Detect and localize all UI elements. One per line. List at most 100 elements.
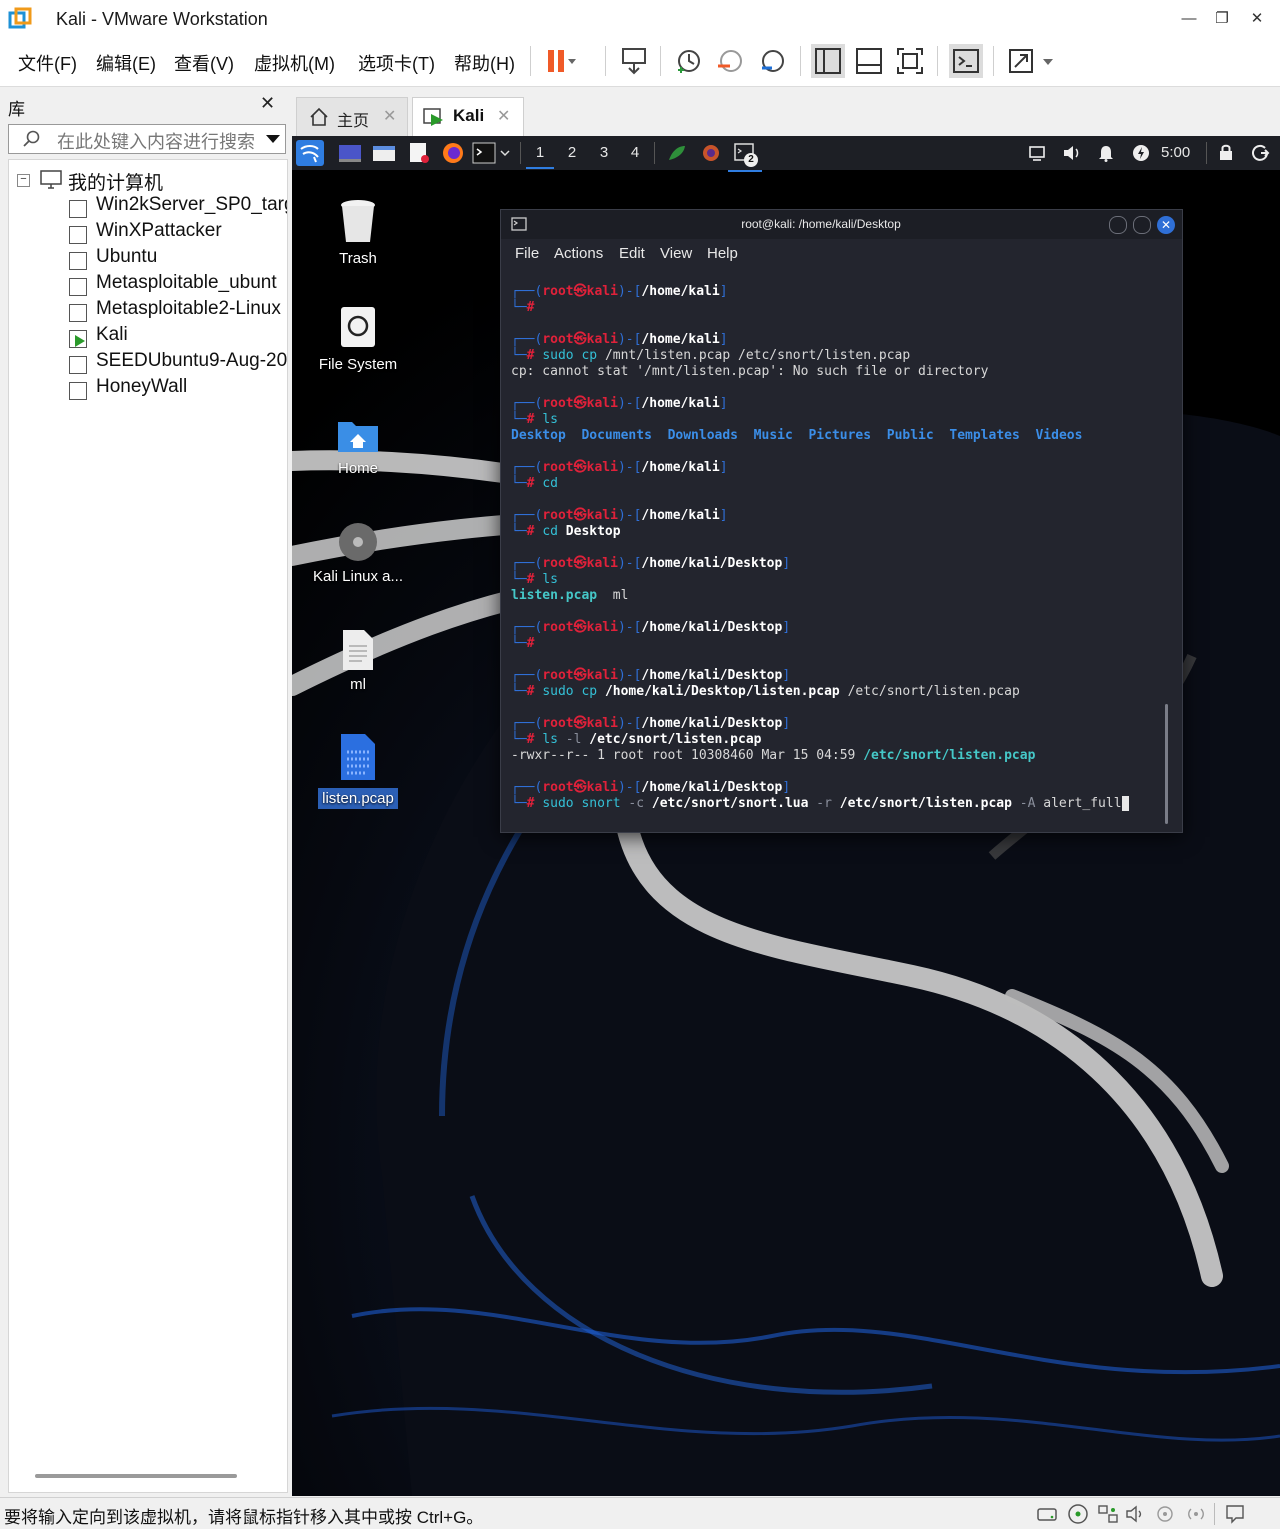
volume-icon[interactable] — [1062, 144, 1082, 162]
menu-view[interactable]: 查看(V) — [174, 50, 234, 76]
terminal-scrollbar[interactable] — [1165, 704, 1168, 824]
file-manager-icon[interactable] — [372, 143, 396, 163]
tree-item-metasploitable-ubuntu[interactable]: Metasploitable_ubunt — [96, 272, 277, 294]
desktop-icon-file-system[interactable]: File System — [308, 304, 408, 373]
desktop-icon-listen-pcap[interactable]: listen.pcap — [308, 732, 408, 809]
terminal-launcher-icon[interactable] — [472, 142, 510, 164]
workspace-3[interactable]: 3 — [590, 144, 618, 161]
directory-entry: Downloads — [667, 428, 739, 443]
desktop-icon-home[interactable]: Home — [308, 416, 408, 477]
menu-tabs[interactable]: 选项卡(T) — [358, 50, 435, 76]
library-close-button[interactable]: ✕ — [260, 93, 275, 114]
tree-item-ubuntu[interactable]: Ubuntu — [96, 246, 157, 268]
pause-icon[interactable] — [542, 44, 576, 78]
menu-edit[interactable]: 编辑(E) — [96, 50, 156, 76]
display-icon[interactable] — [1028, 144, 1046, 162]
prompt-directory: /home/kali — [641, 332, 720, 347]
send-ctrl-alt-del-icon[interactable] — [617, 44, 651, 78]
revert-snapshot-icon[interactable] — [714, 44, 748, 78]
kali-top-panel: 1 2 3 4 2 5:00 — [292, 136, 1280, 172]
library-search-input[interactable]: 在此处键入内容进行搜索 — [8, 124, 286, 154]
text-editor-icon[interactable] — [407, 142, 431, 164]
lock-icon[interactable] — [1218, 143, 1234, 161]
console-view-icon[interactable] — [949, 44, 983, 78]
terminal-menu-actions[interactable]: Actions — [554, 245, 603, 262]
tree-item-metasploitable2-linux[interactable]: Metasploitable2-Linux — [96, 298, 281, 320]
terminal-window-button[interactable]: 2 — [728, 140, 762, 172]
tree-item-seedubuntu[interactable]: SEEDUbuntu9-Aug-20 — [96, 350, 287, 372]
tree-item-win2kserver[interactable]: Win2kServer_SP0_targ — [96, 194, 287, 216]
desktop-icon-kali-linux[interactable]: Kali Linux a... — [308, 520, 408, 585]
vm-icon — [69, 356, 87, 374]
tree-item-honeywall[interactable]: HoneyWall — [96, 376, 187, 398]
message-log-icon[interactable] — [1224, 1503, 1246, 1525]
usb-device-icon[interactable] — [1155, 1504, 1175, 1524]
maximize-button[interactable]: ❐ — [1208, 6, 1236, 32]
minimize-button[interactable]: — — [1175, 6, 1203, 32]
terminal-window[interactable]: root@kali: /home/kali/Desktop ✕ File Act… — [500, 209, 1183, 833]
panel-clock[interactable]: 5:00 — [1161, 144, 1190, 161]
menu-file[interactable]: 文件(F) — [18, 50, 77, 76]
stretch-view-icon[interactable] — [1005, 44, 1059, 78]
maximize-button[interactable] — [1133, 216, 1151, 234]
terminal-menu-view[interactable]: View — [660, 245, 692, 262]
command-word: cd — [542, 524, 558, 539]
desktop-icon-trash[interactable]: Trash — [308, 198, 408, 267]
tab-close-icon[interactable]: ✕ — [497, 106, 510, 126]
snapshot-icon[interactable] — [672, 44, 706, 78]
firefox-icon[interactable] — [441, 141, 465, 165]
network-adapter-icon[interactable] — [1097, 1504, 1119, 1524]
workspace-2[interactable]: 2 — [558, 144, 586, 161]
computer-icon — [40, 170, 62, 189]
desktop-icon-label: Kali Linux a... — [312, 568, 404, 585]
cd-dvd-icon[interactable] — [1067, 1503, 1089, 1525]
fullscreen-icon[interactable] — [893, 44, 927, 78]
kali-menu-icon[interactable] — [296, 140, 324, 166]
sound-card-icon[interactable] — [1125, 1504, 1147, 1524]
snapshot-manager-icon[interactable] — [756, 44, 790, 78]
terminal-menu-help[interactable]: Help — [707, 245, 738, 262]
notifications-icon[interactable] — [1098, 144, 1114, 162]
vm-display[interactable]: 1 2 3 4 2 5:00 Trash File System Home Ka… — [292, 136, 1280, 1496]
horizontal-scrollbar[interactable] — [35, 1474, 237, 1478]
search-icon — [23, 130, 40, 147]
thumbnail-bar-icon[interactable] — [852, 44, 886, 78]
workspace-1[interactable]: 1 — [526, 144, 554, 169]
terminal-titlebar[interactable]: root@kali: /home/kali/Desktop ✕ — [501, 210, 1182, 239]
tree-item-winxpattacker[interactable]: WinXPattacker — [96, 220, 222, 242]
desktop-icon-ml[interactable]: ml — [308, 628, 408, 693]
output-line: cp: cannot stat '/mnt/listen.pcap': No s… — [511, 364, 989, 379]
tab-kali[interactable]: Kali ✕ — [412, 97, 524, 137]
collapse-toggle-icon[interactable]: − — [17, 174, 30, 187]
close-button[interactable]: ✕ — [1157, 216, 1175, 234]
terminal-menu-file[interactable]: File — [515, 245, 539, 262]
workspace-4[interactable]: 4 — [621, 144, 649, 161]
hard-disk-icon[interactable] — [1036, 1504, 1058, 1524]
minimize-button[interactable] — [1109, 216, 1127, 234]
power-manager-icon[interactable] — [1132, 144, 1150, 162]
terminal-output[interactable]: ┌──(root㉿kali)-[/home/kali] └─# ┌──(root㉿k… — [511, 284, 1171, 812]
chevron-down-icon[interactable] — [265, 133, 281, 145]
show-library-icon[interactable] — [811, 44, 845, 78]
show-desktop-icon[interactable] — [338, 143, 362, 163]
library-tree: − 我的计算机 Win2kServer_SP0_targ WinXPattack… — [8, 159, 288, 1493]
command-word: cp — [581, 684, 598, 699]
tree-item-kali[interactable]: Kali — [96, 324, 128, 346]
tree-root-my-computer[interactable]: 我的计算机 — [68, 168, 163, 195]
menu-help[interactable]: 帮助(H) — [454, 50, 515, 76]
tab-close-icon[interactable]: ✕ — [383, 106, 396, 126]
command-word: sudo — [542, 796, 574, 811]
logout-icon[interactable] — [1252, 144, 1270, 162]
window-button-icon[interactable] — [666, 143, 688, 163]
command-arg: Desktop — [565, 524, 621, 539]
tab-home[interactable]: 主页 ✕ — [296, 97, 408, 137]
prompt-directory: /home/kali/Desktop — [641, 556, 783, 571]
close-button[interactable]: ✕ — [1243, 6, 1271, 32]
terminal-menu-edit[interactable]: Edit — [619, 245, 645, 262]
firefox-window-icon[interactable] — [700, 143, 722, 163]
wireless-icon[interactable] — [1183, 1504, 1209, 1524]
menu-vm[interactable]: 虚拟机(M) — [254, 50, 335, 76]
home-folder-icon — [338, 422, 378, 452]
